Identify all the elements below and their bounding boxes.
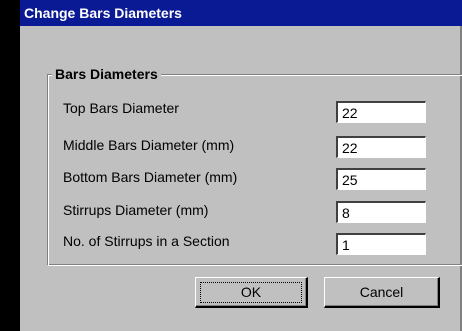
left-window-edge — [0, 0, 20, 331]
ok-button-label: OK — [200, 281, 302, 303]
top-bars-diameter-input[interactable] — [336, 101, 426, 123]
middle-bars-diameter-label: Middle Bars Diameter (mm) — [63, 137, 235, 153]
ok-button[interactable]: OK — [195, 277, 308, 308]
dialog-title: Change Bars Diameters — [24, 5, 182, 21]
stirrups-count-input[interactable] — [336, 233, 426, 255]
dialog-title-bar[interactable]: Change Bars Diameters — [20, 0, 462, 26]
stirrups-diameter-label: Stirrups Diameter (mm) — [63, 202, 209, 218]
bottom-bars-diameter-label: Bottom Bars Diameter (mm) — [63, 169, 238, 185]
cancel-button[interactable]: Cancel — [324, 277, 440, 308]
stirrups-diameter-input[interactable] — [336, 201, 426, 223]
cancel-button-label: Cancel — [359, 283, 404, 300]
bottom-bars-diameter-input[interactable] — [336, 168, 426, 190]
change-bars-diameters-dialog: Change Bars Diameters Bars Diameters Top… — [20, 0, 462, 331]
stirrups-count-label: No. of Stirrups in a Section — [63, 233, 230, 249]
top-bars-diameter-label: Top Bars Diameter — [63, 100, 179, 116]
middle-bars-diameter-input[interactable] — [336, 136, 426, 158]
groupbox-legend: Bars Diameters — [52, 65, 161, 83]
